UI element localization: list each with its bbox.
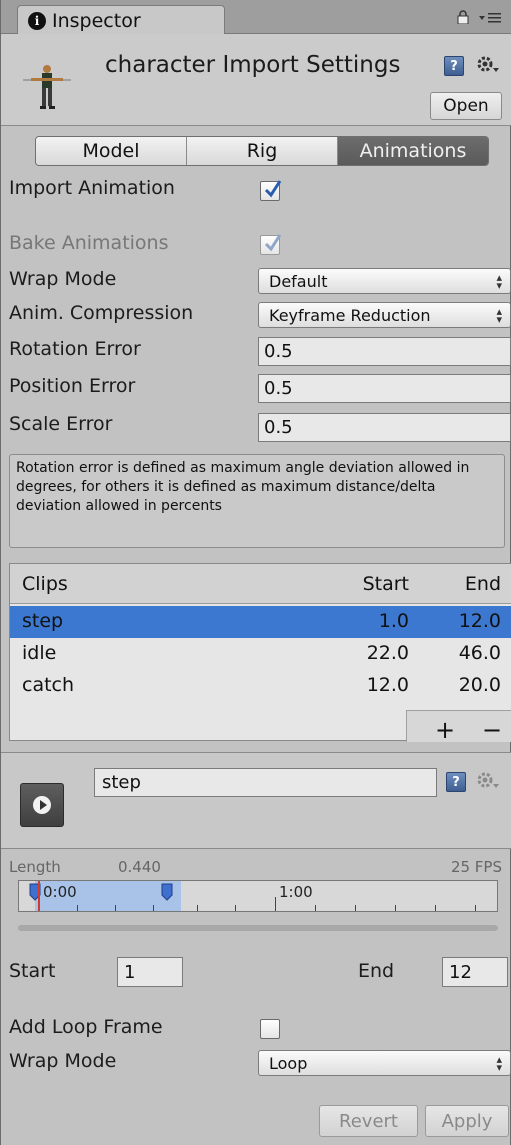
gear-icon[interactable] (475, 54, 499, 76)
remove-clip-button[interactable]: − (482, 718, 502, 742)
timeline-tick (315, 905, 316, 911)
asset-header: character Import Settings ? Open (1, 34, 511, 126)
wrap-mode-label: Wrap Mode (9, 268, 117, 290)
tab-label: Inspector (52, 9, 141, 32)
clip-wrap-mode-value: Loop (269, 1053, 308, 1073)
start-label: Start (9, 960, 56, 982)
clip-end: 12.0 (458, 610, 501, 632)
position-error-input[interactable]: 0.5 (258, 374, 511, 403)
bake-animations-label: Bake Animations (9, 232, 169, 254)
checkmark-icon (264, 180, 282, 198)
start-column-header: Start (362, 573, 409, 595)
rotation-error-input[interactable]: 0.5 (258, 337, 511, 366)
timeline-tick (77, 905, 78, 911)
tab-animations[interactable]: Animations (338, 137, 488, 165)
tab-bar: i Inspector (1, 0, 511, 35)
tab-menu-icon[interactable] (477, 11, 503, 23)
inspector-window: i Inspector character Import Settings ? (0, 0, 511, 1145)
length-label: Length (9, 858, 61, 876)
dropdown-arrow-icon: ▴ ▾ (496, 1053, 502, 1074)
timeline-tick (435, 905, 436, 911)
clip-wrap-mode-label: Wrap Mode (9, 1050, 117, 1072)
wrap-mode-value: Default (269, 271, 328, 291)
gear-icon[interactable] (475, 770, 499, 792)
timeline-tick (235, 905, 236, 911)
tab-rig[interactable]: Rig (187, 137, 338, 165)
clip-wrap-mode-dropdown[interactable]: Loop ▴ ▾ (258, 1050, 511, 1076)
checkmark-icon (264, 234, 282, 252)
start-frame-input[interactable]: 1 (117, 957, 183, 987)
clip-start: 12.0 (366, 674, 409, 696)
clips-list: Clips Start End step 1.0 12.0 idle 22.0 … (9, 563, 511, 742)
length-value: 0.440 (118, 858, 161, 876)
clip-timeline[interactable]: 0:00 1:00 (18, 880, 498, 912)
clip-row-catch[interactable]: catch 12.0 20.0 (10, 670, 511, 702)
add-loop-frame-label: Add Loop Frame (9, 1016, 163, 1038)
add-clip-button[interactable]: + (435, 718, 455, 742)
tab-inspector[interactable]: i Inspector (17, 5, 225, 35)
playhead[interactable] (38, 881, 40, 911)
clip-name: catch (22, 674, 75, 696)
open-button[interactable]: Open (430, 92, 502, 120)
timeline-tick (115, 905, 116, 911)
fps-label: 25 FPS (450, 858, 502, 876)
end-frame-input[interactable]: 12 (442, 957, 508, 987)
play-button[interactable] (20, 783, 64, 827)
wrap-mode-dropdown[interactable]: Default ▴ ▾ (258, 268, 511, 294)
scale-error-label: Scale Error (9, 413, 113, 435)
import-animation-checkbox[interactable] (260, 180, 282, 201)
clip-row-idle[interactable]: idle 22.0 46.0 (10, 638, 511, 670)
clip-end: 20.0 (458, 674, 501, 696)
clip-row-step[interactable]: step 1.0 12.0 (10, 606, 511, 638)
clip-start: 1.0 (378, 610, 409, 632)
info-icon: i (28, 11, 46, 30)
help-icon[interactable]: ? (446, 772, 466, 792)
play-icon (33, 796, 51, 814)
timeline-tick (355, 905, 356, 911)
clip-name: idle (22, 642, 57, 664)
anim-compression-value: Keyframe Reduction (269, 305, 431, 325)
clips-header: Clips Start End (10, 564, 511, 604)
scale-error-input[interactable]: 0.5 (258, 413, 511, 442)
timeline-tick (395, 905, 396, 911)
position-error-label: Position Error (9, 375, 136, 397)
dropdown-arrow-icon: ▴ ▾ (496, 271, 502, 292)
clip-start: 22.0 (366, 642, 409, 664)
asset-title: character Import Settings (105, 52, 401, 78)
lock-icon[interactable] (456, 10, 470, 24)
timeline-tick (475, 905, 476, 911)
help-icon[interactable]: ? (444, 56, 464, 76)
help-box: Rotation error is defined as maximum ang… (9, 454, 505, 548)
anim-compression-dropdown[interactable]: Keyframe Reduction ▴ ▾ (258, 302, 511, 328)
anim-compression-label: Anim. Compression (9, 302, 194, 324)
end-label: End (358, 960, 395, 982)
revert-button[interactable]: Revert (319, 1105, 418, 1137)
clip-name: step (22, 610, 64, 632)
tab-model[interactable]: Model (36, 137, 187, 165)
timeline-tick (197, 905, 198, 911)
import-tabs: Model Rig Animations (35, 136, 489, 166)
timeline-label: 1:00 (279, 883, 313, 901)
timeline-scrollbar[interactable] (18, 925, 498, 931)
timeline-tick (275, 897, 276, 911)
character-model-icon (23, 65, 71, 109)
clip-header: step ? (1, 753, 511, 849)
import-animation-label: Import Animation (9, 177, 175, 199)
bake-animations-checkbox (260, 234, 282, 255)
end-column-header: End (464, 573, 501, 595)
dropdown-arrow-icon: ▴ ▾ (496, 305, 502, 326)
add-loop-frame-checkbox[interactable] (260, 1019, 280, 1039)
timeline-tick (153, 905, 154, 911)
apply-button[interactable]: Apply (425, 1105, 509, 1137)
clips-column-header: Clips (22, 573, 68, 595)
rotation-error-label: Rotation Error (9, 338, 141, 360)
clip-end: 46.0 (458, 642, 501, 664)
clip-name-input[interactable]: step (94, 768, 437, 797)
timeline-label: 0:00 (43, 883, 77, 901)
end-marker-icon[interactable] (161, 883, 173, 901)
